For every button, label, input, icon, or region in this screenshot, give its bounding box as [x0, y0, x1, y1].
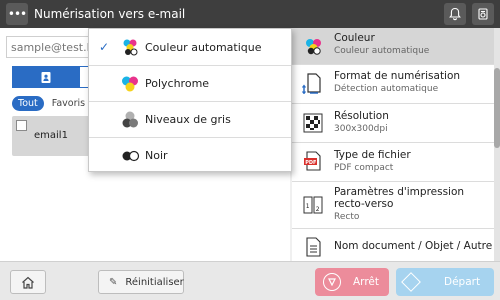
setting-title: Paramètres d'impression recto-verso [334, 186, 465, 210]
home-button[interactable] [10, 270, 46, 294]
dropdown-item-label: Polychrome [145, 77, 210, 90]
dropdown-item-label: Couleur automatique [145, 40, 262, 54]
notification-button[interactable] [444, 3, 466, 25]
duplex-icon: 1 2 [303, 196, 323, 214]
setting-value: Recto [334, 212, 360, 222]
color-dropdown: ✓ Couleur automatique Polychrome Niveaux… [88, 28, 292, 172]
setting-resolution[interactable]: Résolution 300x300dpi [292, 104, 494, 142]
black-icon [122, 150, 140, 162]
svg-text:1: 1 [306, 203, 310, 210]
setting-value: Détection automatique [334, 84, 439, 94]
setting-title: Couleur [334, 32, 375, 44]
title-bar: ••• Numérisation vers e-mail [0, 0, 500, 28]
start-icon [401, 272, 421, 292]
setting-title: Résolution [334, 110, 389, 122]
setting-document-name[interactable]: Nom document / Objet / Autre [292, 229, 494, 261]
resolution-icon [303, 113, 323, 133]
scroll-thumb[interactable] [494, 68, 500, 148]
list-item-checkbox[interactable] [16, 120, 27, 131]
filter-favorites[interactable]: Favoris [52, 98, 85, 109]
start-label: Départ [444, 276, 481, 288]
stop-button[interactable]: Arrêt [315, 268, 389, 296]
status-icon [478, 8, 488, 20]
svg-text:PDF: PDF [305, 160, 316, 166]
svg-text:2: 2 [316, 206, 320, 213]
more-icon: ••• [7, 7, 27, 21]
tab-address-book[interactable] [12, 66, 80, 88]
filter-all[interactable]: Tout [12, 96, 44, 111]
menu-button[interactable]: ••• [6, 3, 28, 25]
dropdown-item-label: Niveaux de gris [145, 113, 231, 126]
document-icon [306, 237, 321, 257]
start-button[interactable]: Départ [396, 268, 494, 296]
setting-value: 300x300dpi [334, 124, 388, 134]
color-icon [306, 39, 321, 55]
dropdown-item-black[interactable]: Noir [89, 137, 291, 173]
pencil-icon: ✎ [109, 276, 118, 288]
device-status-button[interactable] [472, 3, 494, 25]
setting-value: Couleur automatique [334, 46, 430, 56]
address-book-icon [41, 71, 51, 83]
pdf-file-icon: PDF [304, 151, 321, 171]
auto-color-icon [123, 39, 138, 56]
settings-panel: Couleur Couleur automatique Format de nu… [292, 28, 500, 261]
reset-label: Réinitialiser [125, 276, 184, 288]
stop-label: Arrêt [353, 276, 379, 288]
address-input[interactable] [6, 36, 96, 58]
list-item[interactable]: email1 [12, 116, 90, 156]
home-icon [22, 276, 34, 289]
dropdown-item-grayscale[interactable]: Niveaux de gris [89, 101, 291, 137]
list-item-label: email1 [34, 130, 68, 141]
setting-title: Format de numérisation [334, 70, 461, 82]
setting-title: Type de fichier [334, 149, 411, 161]
dropdown-item-label: Noir [145, 149, 168, 162]
page-title: Numérisation vers e-mail [34, 7, 186, 21]
reset-button[interactable]: ✎ Réinitialiser [98, 270, 184, 294]
setting-file-type[interactable]: PDF Type de fichier PDF compact [292, 143, 494, 181]
check-icon: ✓ [99, 40, 110, 54]
dropdown-item-full-color[interactable]: Polychrome [89, 65, 291, 101]
grayscale-icon [122, 111, 138, 128]
dropdown-item-auto-color[interactable]: ✓ Couleur automatique [89, 29, 291, 65]
full-color-icon [122, 76, 138, 92]
setting-value: PDF compact [334, 163, 394, 173]
setting-scan-format[interactable]: Format de numérisation Détection automat… [292, 65, 494, 103]
setting-title: Nom document / Objet / Autre [334, 240, 493, 252]
bell-icon [449, 7, 461, 21]
setting-duplex[interactable]: 1 2 Paramètres d'impression recto-verso … [292, 182, 494, 228]
settings-scrollbar[interactable] [494, 28, 500, 261]
scan-format-icon [302, 73, 321, 94]
bottom-bar: ✎ Réinitialiser Arrêt Départ [0, 261, 500, 300]
setting-color[interactable]: Couleur Couleur automatique [292, 28, 494, 64]
stop-icon [323, 273, 341, 291]
